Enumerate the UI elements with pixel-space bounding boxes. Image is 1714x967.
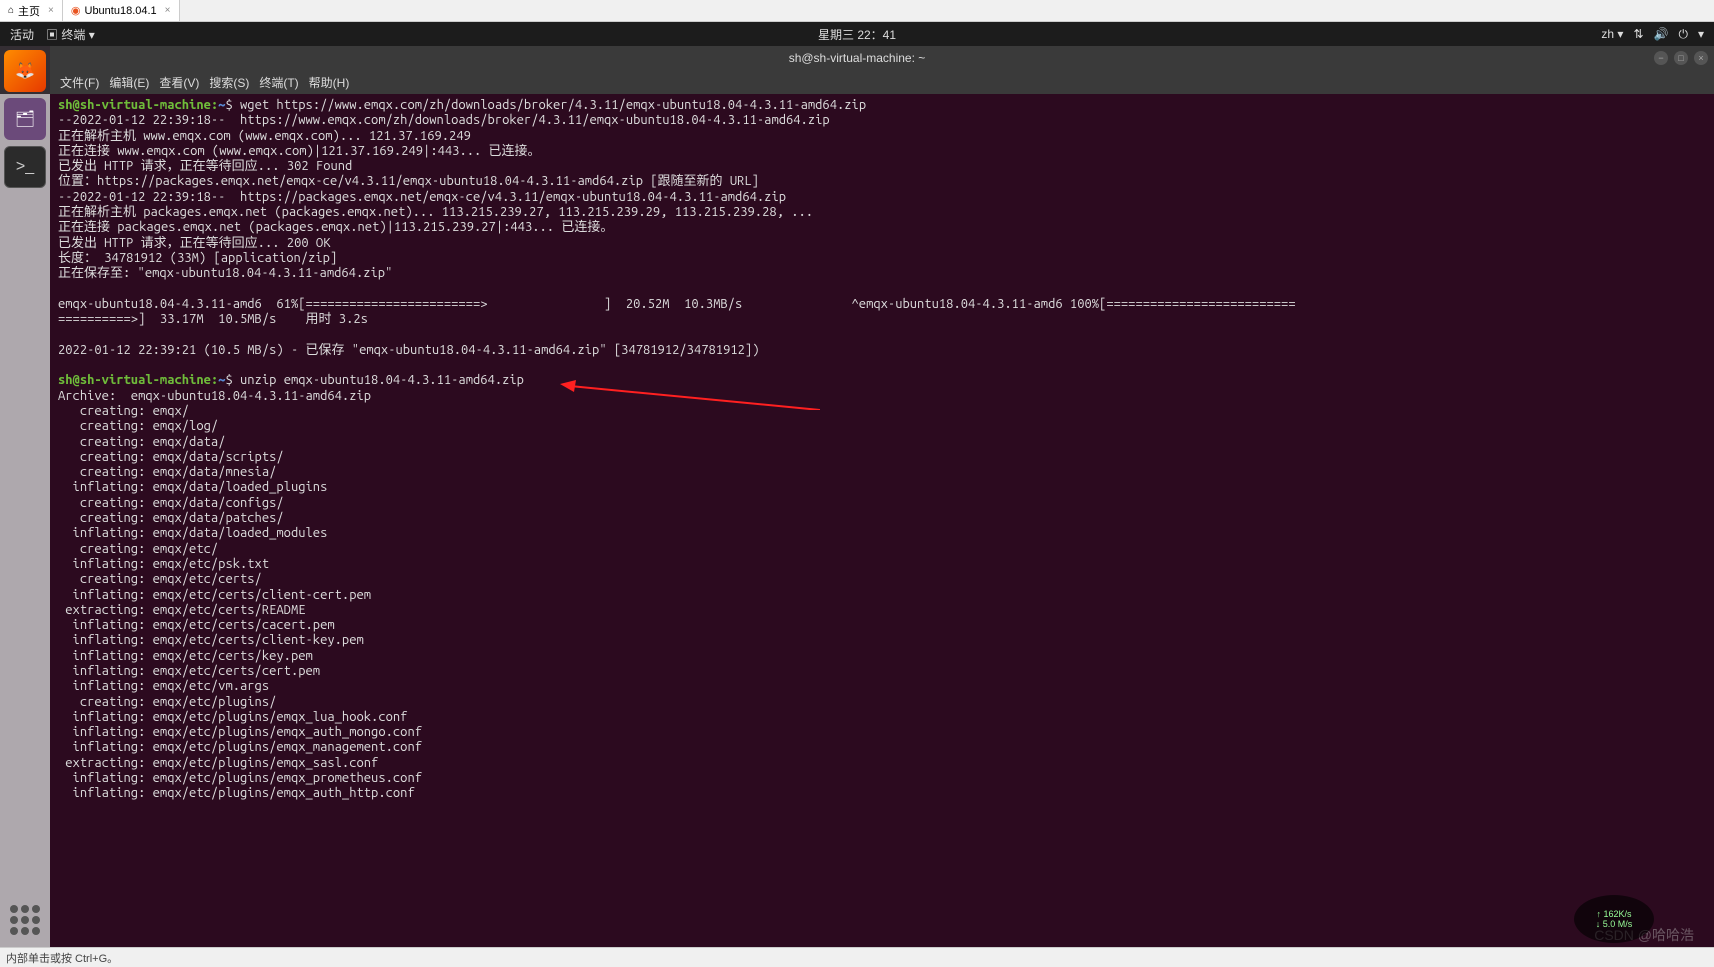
chevron-down-icon: ▾ xyxy=(89,28,95,42)
menu-view[interactable]: 查看(V) xyxy=(159,74,199,91)
tab-home-label: 主页 xyxy=(18,3,40,19)
tab-vm[interactable]: ◉ Ubuntu18.04.1 × xyxy=(63,0,180,21)
close-icon[interactable]: × xyxy=(48,5,54,16)
window-title: sh@sh-virtual-machine: ~ xyxy=(789,51,926,65)
dock-show-apps[interactable] xyxy=(6,901,44,939)
terminal-icon: ▣ xyxy=(46,28,58,42)
tab-home[interactable]: ⌂ 主页 × xyxy=(0,0,63,21)
close-button[interactable]: × xyxy=(1694,51,1708,65)
maximize-button[interactable]: □ xyxy=(1674,51,1688,65)
tab-vm-label: Ubuntu18.04.1 xyxy=(85,5,157,17)
volume-icon[interactable]: 🔊 xyxy=(1654,27,1669,41)
vm-statusbar: 内部单击或按 Ctrl+G。 xyxy=(0,947,1714,967)
menu-file[interactable]: 文件(F) xyxy=(60,74,99,91)
upload-speed: ↑ 162K/s xyxy=(1596,909,1631,919)
terminal-icon: >_ xyxy=(16,158,34,176)
topbar-terminal[interactable]: ▣ 终端 ▾ xyxy=(46,26,95,43)
netspeed-widget: ↑ 162K/s ↓ 5.0 M/s xyxy=(1574,895,1654,943)
firefox-icon: 🦊 xyxy=(15,61,35,81)
network-icon[interactable]: ⇅ xyxy=(1633,27,1643,41)
menu-edit[interactable]: 编辑(E) xyxy=(109,74,149,91)
menu-search[interactable]: 搜索(S) xyxy=(209,74,249,91)
menu-help[interactable]: 帮助(H) xyxy=(309,74,350,91)
launcher-dock: 🦊 🗂 >_ xyxy=(0,46,50,947)
minimize-button[interactable]: − xyxy=(1654,51,1668,65)
datetime[interactable]: 星期三 22：41 xyxy=(818,28,896,42)
menu-terminal[interactable]: 终端(T) xyxy=(259,74,298,91)
lang-indicator[interactable]: zh ▾ xyxy=(1601,27,1623,41)
dock-terminal[interactable]: >_ xyxy=(4,146,46,188)
gnome-topbar: 活动 ▣ 终端 ▾ 星期三 22：41 zh ▾ ⇅ 🔊 ⏻ ▾ xyxy=(0,22,1714,46)
vm-tab-strip: ⌂ 主页 × ◉ Ubuntu18.04.1 × xyxy=(0,0,1714,22)
terminal-output[interactable]: sh@sh-virtual-machine:~$ wget https://ww… xyxy=(50,94,1714,947)
window-titlebar: sh@sh-virtual-machine: ~ − □ × xyxy=(0,46,1714,70)
download-speed: ↓ 5.0 M/s xyxy=(1596,919,1633,929)
power-icon[interactable]: ⏻ xyxy=(1678,27,1688,42)
topbar-terminal-label: 终端 xyxy=(61,28,85,42)
home-icon: ⌂ xyxy=(8,5,14,16)
files-icon: 🗂 xyxy=(15,109,35,129)
dock-firefox[interactable]: 🦊 xyxy=(4,50,46,92)
chevron-down-icon[interactable]: ▾ xyxy=(1698,27,1704,41)
dock-files[interactable]: 🗂 xyxy=(4,98,46,140)
activities-button[interactable]: 活动 xyxy=(10,26,34,43)
close-icon[interactable]: × xyxy=(165,5,171,16)
status-text: 内部单击或按 Ctrl+G。 xyxy=(6,950,118,966)
terminal-menubar: 文件(F) 编辑(E) 查看(V) 搜索(S) 终端(T) 帮助(H) xyxy=(0,70,1714,94)
ubuntu-icon: ◉ xyxy=(71,4,81,17)
